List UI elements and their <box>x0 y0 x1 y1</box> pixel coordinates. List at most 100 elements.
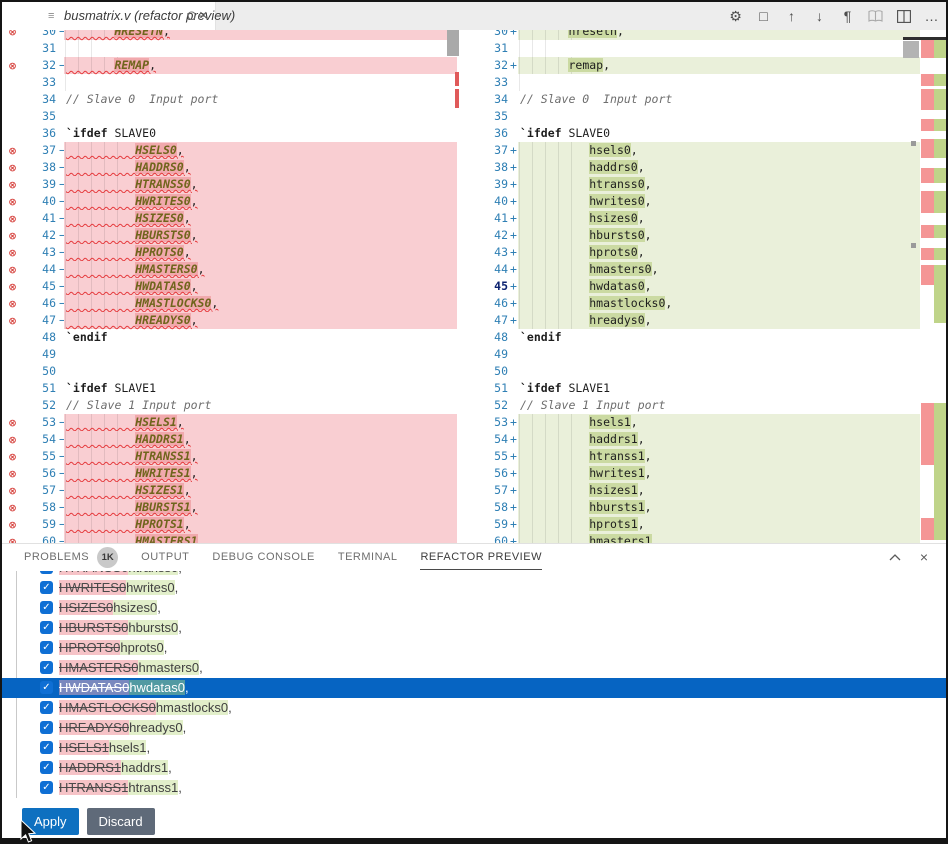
editor-line-right-38[interactable]: 38+ haddrs0, <box>470 159 922 176</box>
editor-line-right-50[interactable]: 50 <box>470 363 922 380</box>
editor-line-left-30[interactable]: ⊗30− HRESETN, <box>2 30 460 40</box>
editor-line-right-30[interactable]: 30+ hresetn, <box>470 30 922 40</box>
editor-line-right-35[interactable]: 35 <box>470 108 922 125</box>
discard-button[interactable]: Discard <box>87 808 155 835</box>
editor-line-right-33[interactable]: 33 <box>470 74 922 91</box>
editor-line-right-42[interactable]: 42+ hbursts0, <box>470 227 922 244</box>
editor-line-right-59[interactable]: 59+ hprots1, <box>470 516 922 533</box>
more-actions-icon[interactable]: … <box>923 8 940 25</box>
panel-tab-problems[interactable]: PROBLEMS1K <box>24 544 118 570</box>
editor-line-left-56[interactable]: ⊗56− HWRITES1, <box>2 465 460 482</box>
editor-line-left-33[interactable]: 33 <box>2 74 460 91</box>
editor-line-left-39[interactable]: ⊗39− HTRANSS0, <box>2 176 460 193</box>
checkbox-icon[interactable]: ✓ <box>40 781 53 794</box>
editor-line-right-49[interactable]: 49 <box>470 346 922 363</box>
editor-line-right-41[interactable]: 41+ hsizes0, <box>470 210 922 227</box>
previous-change-icon[interactable]: ↑ <box>783 8 800 25</box>
editor-line-left-54[interactable]: ⊗54− HADDRS1, <box>2 431 460 448</box>
editor-line-left-44[interactable]: ⊗44− HMASTERS0, <box>2 261 460 278</box>
diff-pane-original[interactable]: ⊗30− HRESETN,31⊗32− REMAP,3334// Slave 0… <box>2 30 460 543</box>
editor-line-left-52[interactable]: 52// Slave 1 Input port <box>2 397 460 414</box>
checkbox-icon[interactable]: ✓ <box>40 581 53 594</box>
change-list-item[interactable]: ✓HTRANSS1htranss1, <box>2 778 946 798</box>
change-list-item[interactable]: ✓HTRANSS0htranss0, <box>2 571 946 578</box>
checkbox-icon[interactable]: ✓ <box>40 601 53 614</box>
change-list-item[interactable]: ✓HMASTLOCKS0hmastlocks0, <box>2 698 946 718</box>
editor-line-right-45[interactable]: 45+ hwdatas0, <box>470 278 922 295</box>
editor-line-right-34[interactable]: 34// Slave 0 Input port <box>470 91 922 108</box>
diff-pane-modified[interactable]: 30+ hresetn,3132+ remap,3334// Slave 0 I… <box>470 30 922 543</box>
editor-line-left-53[interactable]: ⊗53− HSELS1, <box>2 414 460 431</box>
editor-line-left-48[interactable]: 48`endif <box>2 329 460 346</box>
close-panel-icon[interactable]: × <box>916 549 932 565</box>
change-list-item[interactable]: ✓HWDATAS0hwdatas0, <box>2 678 946 698</box>
panel-tab-refactor-preview[interactable]: REFACTOR PREVIEW <box>420 544 541 570</box>
panel-tab-output[interactable]: OUTPUT <box>141 544 189 570</box>
editor-line-left-32[interactable]: ⊗32− REMAP, <box>2 57 460 74</box>
editor-line-left-60[interactable]: ⊗60− HMASTERS1, <box>2 533 460 543</box>
editor-line-right-53[interactable]: 53+ hsels1, <box>470 414 922 431</box>
change-list-item[interactable]: ✓HMASTERS0hmasters0, <box>2 658 946 678</box>
editor-line-left-59[interactable]: ⊗59− HPROTS1, <box>2 516 460 533</box>
change-list-item[interactable]: ✓HSELS1hsels1, <box>2 738 946 758</box>
tab-close-icon[interactable]: × <box>199 7 208 24</box>
editor-line-right-43[interactable]: 43+ hprots0, <box>470 244 922 261</box>
editor-line-left-51[interactable]: 51`ifdef SLAVE1 <box>2 380 460 397</box>
collapse-panel-chevron-icon[interactable] <box>887 549 903 565</box>
checkbox-icon[interactable]: ✓ <box>40 641 53 654</box>
checkbox-icon[interactable]: ✓ <box>40 681 53 694</box>
editor-line-right-48[interactable]: 48`endif <box>470 329 922 346</box>
editor-line-right-32[interactable]: 32+ remap, <box>470 57 922 74</box>
editor-line-left-38[interactable]: ⊗38− HADDRS0, <box>2 159 460 176</box>
editor-line-right-60[interactable]: 60+ hmasters1, <box>470 533 922 543</box>
editor-line-right-57[interactable]: 57+ hsizes1, <box>470 482 922 499</box>
left-scrollbar-thumb[interactable] <box>447 30 459 56</box>
apply-button[interactable]: Apply <box>22 808 79 835</box>
editor-line-left-55[interactable]: ⊗55− HTRANSS1, <box>2 448 460 465</box>
checkbox-icon[interactable]: ✓ <box>40 721 53 734</box>
tab-busmatrix[interactable]: ≡ busmatrix.v (refactor preview) C × <box>2 2 216 30</box>
editor-line-left-35[interactable]: 35 <box>2 108 460 125</box>
editor-line-right-46[interactable]: 46+ hmastlocks0, <box>470 295 922 312</box>
editor-line-left-40[interactable]: ⊗40− HWRITES0, <box>2 193 460 210</box>
change-list-item[interactable]: ✓HWRITES0hwrites0, <box>2 578 946 598</box>
panel-tab-debug-console[interactable]: DEBUG CONSOLE <box>212 544 314 570</box>
editor-line-right-51[interactable]: 51`ifdef SLAVE1 <box>470 380 922 397</box>
change-list-item[interactable]: ✓HADDRS1haddrs1, <box>2 758 946 778</box>
editor-line-right-54[interactable]: 54+ haddrs1, <box>470 431 922 448</box>
checkbox-icon[interactable]: ✓ <box>40 661 53 674</box>
editor-line-left-58[interactable]: ⊗58− HBURSTS1, <box>2 499 460 516</box>
square-icon[interactable]: □ <box>755 8 772 25</box>
change-list-item[interactable]: ✓HBURSTS0hbursts0, <box>2 618 946 638</box>
split-editor-icon[interactable] <box>895 8 912 25</box>
checkbox-icon[interactable]: ✓ <box>40 741 53 754</box>
editor-line-right-44[interactable]: 44+ hmasters0, <box>470 261 922 278</box>
editor-line-right-31[interactable]: 31 <box>470 40 922 57</box>
editor-line-right-47[interactable]: 47+ hreadys0, <box>470 312 922 329</box>
editor-line-right-58[interactable]: 58+ hbursts1, <box>470 499 922 516</box>
editor-line-left-42[interactable]: ⊗42− HBURSTS0, <box>2 227 460 244</box>
settings-gear-icon[interactable]: ⚙ <box>727 8 744 25</box>
editor-line-right-55[interactable]: 55+ htranss1, <box>470 448 922 465</box>
editor-line-left-34[interactable]: 34// Slave 0 Input port <box>2 91 460 108</box>
panel-tab-terminal[interactable]: TERMINAL <box>338 544 398 570</box>
checkbox-icon[interactable]: ✓ <box>40 701 53 714</box>
editor-line-left-47[interactable]: ⊗47− HREADYS0, <box>2 312 460 329</box>
editor-line-right-37[interactable]: 37+ hsels0, <box>470 142 922 159</box>
right-scrollbar-thumb[interactable] <box>903 41 919 58</box>
editor-line-left-45[interactable]: ⊗45− HWDATAS0, <box>2 278 460 295</box>
open-preview-book-icon[interactable] <box>867 8 884 25</box>
editor-line-left-49[interactable]: 49 <box>2 346 460 363</box>
checkbox-icon[interactable]: ✓ <box>40 761 53 774</box>
next-change-icon[interactable]: ↓ <box>811 8 828 25</box>
editor-line-right-52[interactable]: 52// Slave 1 Input port <box>470 397 922 414</box>
editor-line-right-39[interactable]: 39+ htranss0, <box>470 176 922 193</box>
change-list-item[interactable]: ✓HPROTS0hprots0, <box>2 638 946 658</box>
editor-line-left-41[interactable]: ⊗41− HSIZES0, <box>2 210 460 227</box>
editor-line-right-40[interactable]: 40+ hwrites0, <box>470 193 922 210</box>
change-list-item[interactable]: ✓HSIZES0hsizes0, <box>2 598 946 618</box>
editor-line-left-36[interactable]: 36`ifdef SLAVE0 <box>2 125 460 142</box>
change-list-item[interactable]: ✓HREADYS0hreadys0, <box>2 718 946 738</box>
whitespace-pilcrow-icon[interactable]: ¶ <box>839 8 856 25</box>
editor-line-right-36[interactable]: 36`ifdef SLAVE0 <box>470 125 922 142</box>
